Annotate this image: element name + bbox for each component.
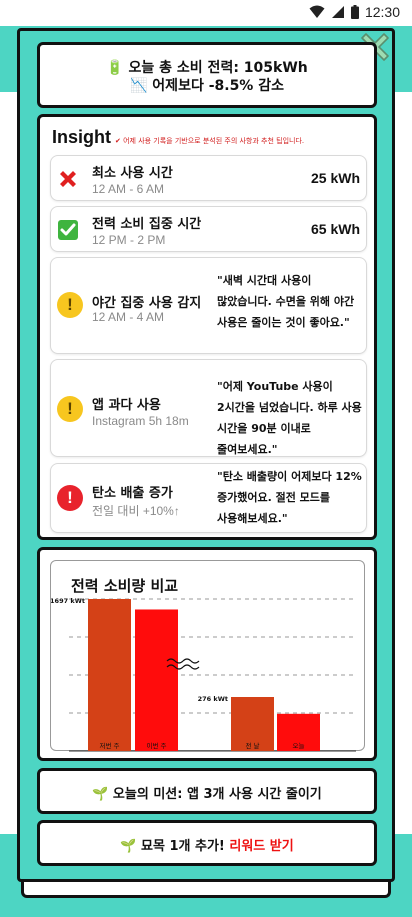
daily-change-text: 📉 어제보다 -8.5% 감소 — [130, 78, 284, 94]
insight-item-title: 최소 사용 시간 — [92, 166, 173, 181]
x-tick-label: 오늘 — [293, 742, 305, 750]
insight-item-tip: "새벽 시간대 사용이 많았습니다. 수면을 위해 야간 사용은 줄이는 것이 … — [217, 274, 355, 329]
insight-title: Insight — [52, 127, 111, 147]
insight-item-night-usage[interactable]: ! 야간 집중 사용 감지 12 AM - 4 AM "새벽 시간대 사용이 많… — [50, 257, 367, 354]
data-label: 276 kWt — [198, 695, 228, 703]
insight-item-time: 12 PM - 2 PM — [92, 233, 166, 247]
red-x-icon — [60, 171, 76, 187]
chart-frame: 전력 소비량 비교저번 주 1697 kWt 이번 주 전 날 276 kWt 오늘 — [50, 560, 365, 752]
summary-card: 🔋 오늘 총 소비 전력: 105kWh 📉 어제보다 -8.5% 감소 — [37, 42, 377, 108]
x-tick-label: 전 날 — [245, 741, 259, 750]
reward-prefix: 🌱 묘목 1개 추가! — [120, 839, 230, 854]
reward-card[interactable]: 🌱 묘목 1개 추가! 리워드 받기 — [37, 820, 377, 866]
insight-item-title: 앱 과다 사용 — [92, 398, 161, 413]
bar-1 — [88, 599, 131, 751]
get-reward-link[interactable]: 리워드 받기 — [229, 839, 293, 854]
insight-item-title: 야간 집중 사용 감지 — [92, 296, 202, 311]
wifi-icon — [309, 5, 325, 18]
insight-item-tip: "탄소 배출량이 어제보다 12% 증가했어요. 절전 모드를 사용해보세요." — [217, 470, 362, 525]
insight-item-change: 전일 대비 +10%↑ — [92, 504, 180, 518]
status-time: 12:30 — [364, 4, 400, 20]
total-consumption-text: 🔋 오늘 총 소비 전력: 105kWh — [106, 60, 308, 76]
insight-item-app-overuse[interactable]: ! 앱 과다 사용 Instagram 5h 18m "어제 YouTube 사… — [50, 359, 367, 457]
insight-card: Insight ✔ 어제 사용 기록을 기반으로 분석된 주의 사항과 추천 팁… — [37, 114, 377, 540]
chart-card: 전력 소비량 비교저번 주 1697 kWt 이번 주 전 날 276 kWt 오늘 — [37, 547, 377, 761]
insight-subtitle: ✔ 어제 사용 기록을 기반으로 분석된 주의 사항과 추천 팁입니다. — [115, 137, 305, 145]
insight-item-time: 12 AM - 6 AM — [92, 182, 165, 196]
bar-2 — [135, 609, 178, 751]
signal-icon — [331, 6, 344, 18]
daily-mission-text: 🌱 오늘의 미션: 앱 3개 사용 시간 줄이기 — [92, 787, 322, 802]
insight-item-min-usage[interactable]: 최소 사용 시간 12 AM - 6 AM 25 kWh — [50, 155, 367, 201]
insight-item-value: 65 kWh — [310, 221, 360, 237]
insight-item-value: 25 kWh — [310, 170, 360, 186]
x-tick-label: 이번 주 — [146, 741, 166, 750]
red-alert-icon: ! — [57, 485, 83, 511]
insight-item-time: 12 AM - 4 AM — [92, 310, 165, 324]
yellow-warning-icon: ! — [57, 292, 83, 318]
consumption-bar-chart: 전력 소비량 비교저번 주 1697 kWt 이번 주 전 날 276 kWt 오늘 — [50, 577, 356, 752]
insight-item-title: 전력 소비 집중 시간 — [92, 217, 202, 232]
yellow-warning-icon: ! — [57, 396, 83, 422]
green-check-icon — [58, 220, 78, 240]
insight-item-peak-usage[interactable]: 전력 소비 집중 시간 12 PM - 2 PM 65 kWh — [50, 206, 367, 252]
insight-item-tip: "어제 YouTube 사용이 2시간을 넘었습니다. 하루 사용 시간을 90… — [217, 380, 362, 456]
battery-icon — [350, 5, 359, 19]
insight-item-carbon[interactable]: ! 탄소 배출 증가 전일 대비 +10%↑ "탄소 배출량이 어제보다 12%… — [50, 463, 367, 533]
insight-item-app: Instagram 5h 18m — [92, 414, 189, 428]
x-tick-label: 저번 주 — [99, 741, 119, 750]
insight-item-title: 탄소 배출 증가 — [92, 486, 173, 501]
daily-mission-card[interactable]: 🌱 오늘의 미션: 앱 3개 사용 시간 줄이기 — [37, 768, 377, 814]
status-bar: 12:30 — [0, 0, 412, 26]
data-label: 1697 kWt — [51, 597, 85, 605]
chart-title: 전력 소비량 비교 — [71, 577, 178, 595]
